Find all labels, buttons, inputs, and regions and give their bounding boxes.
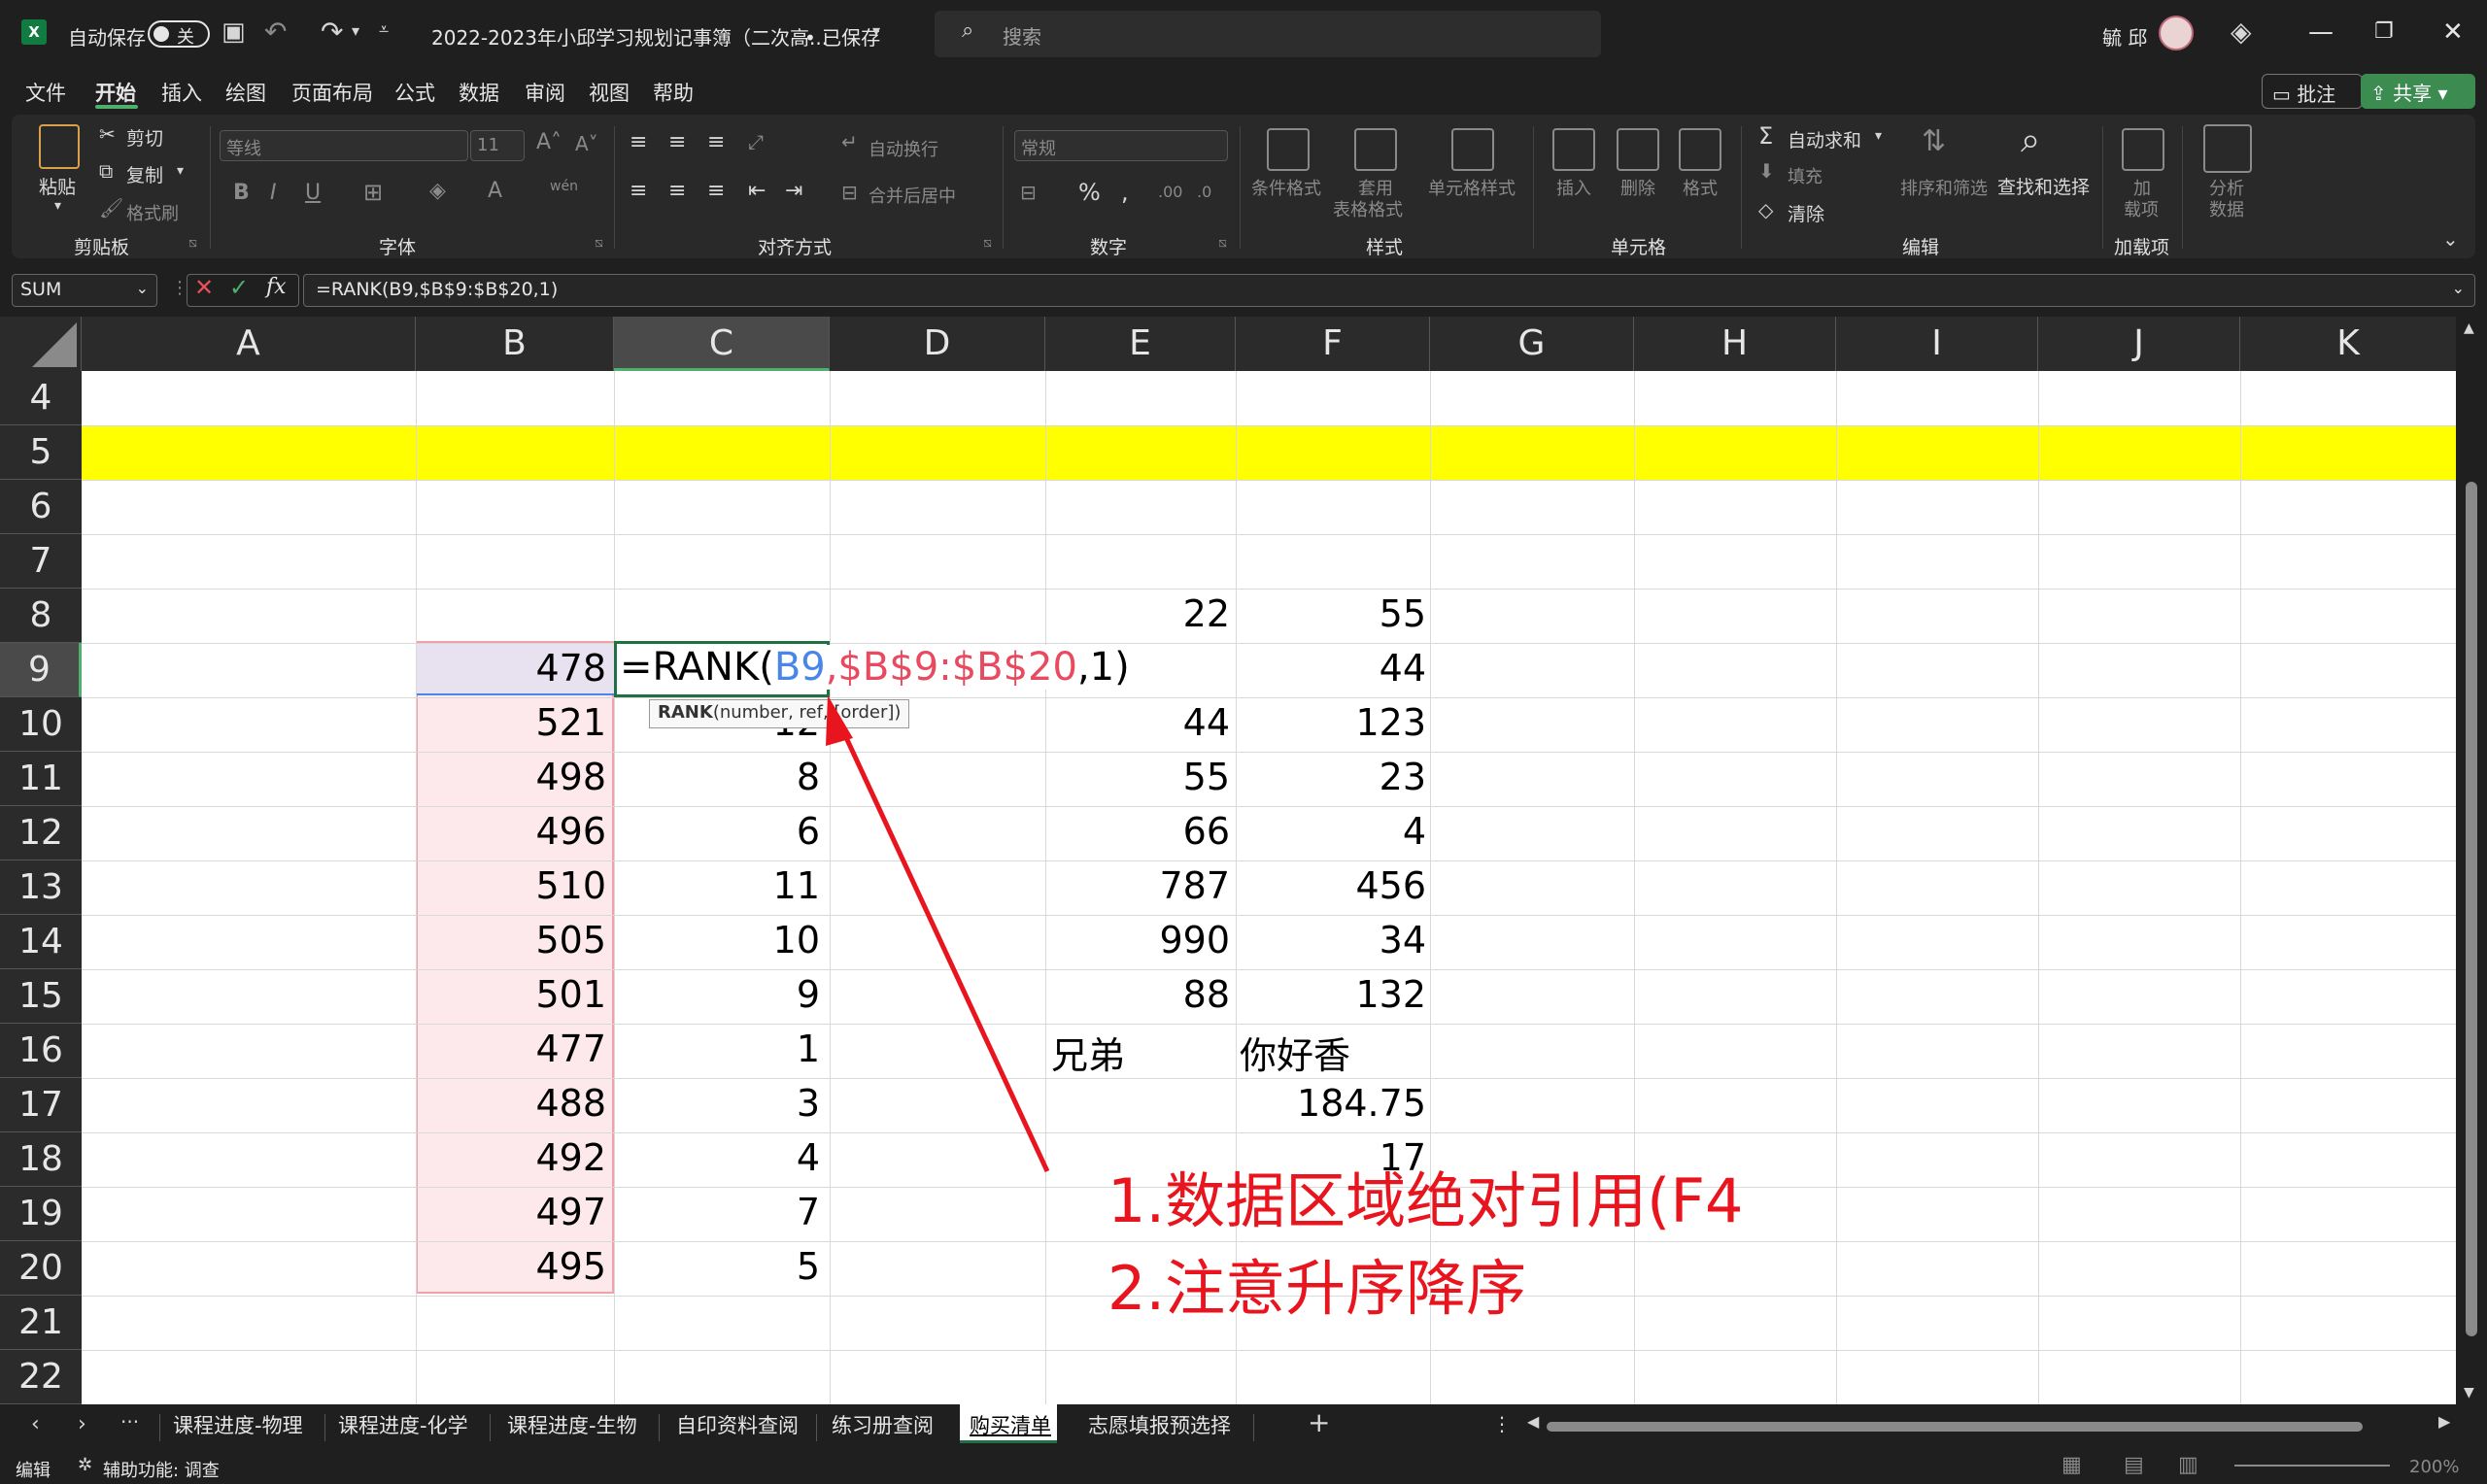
more-sheets-icon[interactable]: ··· [120,1410,139,1433]
annotation-line-1: 1.数据区域绝对引用(F4 [1107,1165,1744,1236]
scroll-left-icon[interactable]: ◀ [1527,1412,1539,1431]
status-mode: 编辑 [16,1461,51,1481]
sheet-tab-biology[interactable]: 课程进度-生物 [507,1410,637,1439]
normal-view-icon[interactable]: ▦ [2061,1453,2082,1477]
sheet-tab-application[interactable]: 志愿填报预选择 [1088,1410,1231,1439]
accessibility-status[interactable]: 辅助功能: 调查 [103,1457,220,1482]
scroll-right-icon[interactable]: ▶ [2438,1412,2450,1431]
accessibility-icon[interactable]: ✲ [78,1455,92,1475]
annotation-line-2: 2.注意升序降序 [1107,1253,1527,1324]
sheet-tab-physics[interactable]: 课程进度-物理 [173,1410,303,1439]
scroll-down-icon[interactable]: ▼ [2464,1385,2474,1400]
sheet-tab-materials[interactable]: 自印资料查阅 [676,1410,799,1439]
next-sheet-icon[interactable]: › [78,1412,86,1436]
zoom-slider[interactable] [2234,1465,2390,1467]
more-options-icon[interactable]: ⋮ [1492,1412,1512,1435]
vertical-scrollbar[interactable]: ▲ ▼ [2456,317,2487,1404]
page-layout-view-icon[interactable]: ▤ [2124,1453,2144,1477]
status-bar [0,1449,2487,1484]
add-sheet-button[interactable]: + [1308,1406,1330,1438]
horizontal-scroll-thumb[interactable] [1547,1422,2363,1432]
sheet-tab-shopping[interactable]: 购买清单 [970,1410,1051,1439]
sheet-tab-workbooks[interactable]: 练习册查阅 [832,1410,934,1439]
page-break-view-icon[interactable]: ▥ [2178,1453,2198,1477]
vertical-scroll-thumb[interactable] [2466,482,2477,1336]
sheet-tab-chemistry[interactable]: 课程进度-化学 [338,1410,468,1439]
zoom-level[interactable]: 200% [2409,1457,2459,1477]
prev-sheet-icon[interactable]: ‹ [31,1412,40,1436]
scroll-up-icon[interactable]: ▲ [2464,320,2474,336]
